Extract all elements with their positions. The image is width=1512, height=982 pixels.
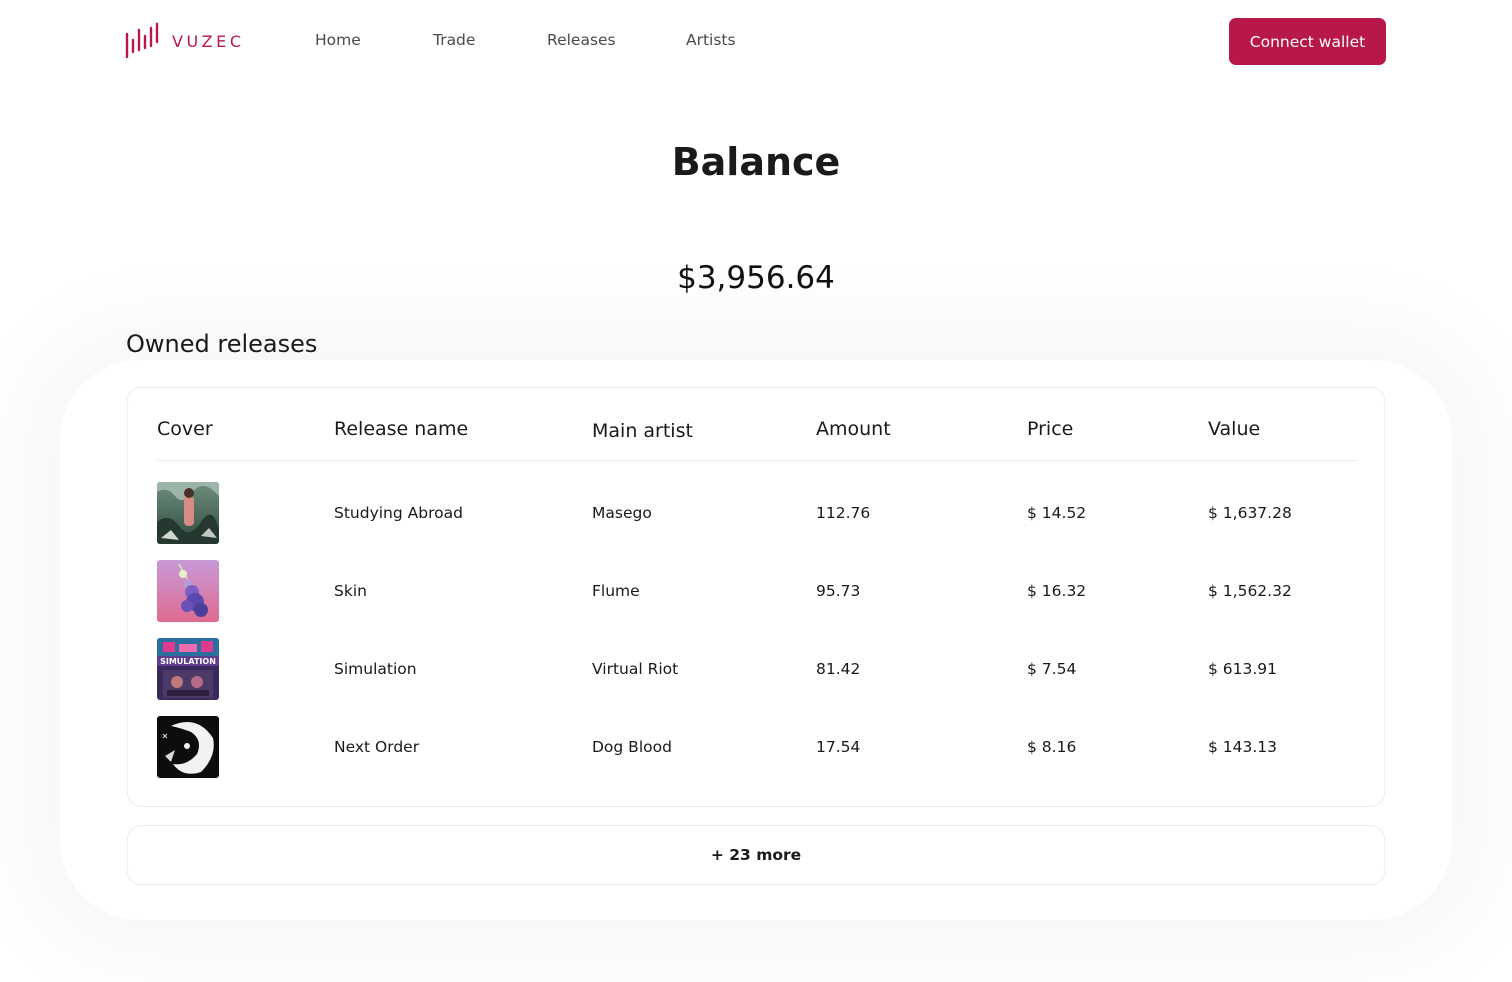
release-name: Skin: [334, 582, 367, 600]
release-name: Next Order: [334, 738, 420, 756]
table-row[interactable]: Studying Abroad Masego 112.76 $ 14.52 $ …: [128, 482, 1384, 544]
owned-releases-table: Cover Release name Main artist Amount Pr…: [127, 387, 1385, 807]
brand-logo[interactable]: VUZEC: [125, 22, 245, 60]
release-name: Simulation: [334, 660, 417, 678]
amount: 112.76: [816, 504, 871, 522]
brand-name: VUZEC: [172, 31, 245, 51]
nav-artists[interactable]: Artists: [686, 31, 736, 49]
nav-trade[interactable]: Trade: [433, 31, 475, 49]
studying-abroad-cover[interactable]: [157, 482, 219, 544]
price: $ 8.16: [1027, 738, 1077, 756]
table-row[interactable]: Skin Flume 95.73 $ 16.32 $ 1,562.32: [128, 560, 1384, 622]
page-title: Balance: [671, 140, 841, 184]
column-header-price: Price: [1027, 418, 1074, 440]
svg-text:SIMULATION: SIMULATION: [160, 657, 216, 666]
soundwave-logo-icon: [125, 22, 159, 59]
page: VUZEC Home Trade Releases Artists Connec…: [0, 0, 1512, 982]
column-header-value: Value: [1208, 418, 1261, 440]
price: $ 7.54: [1027, 660, 1077, 678]
simulation-cover[interactable]: SIMULATION: [157, 638, 219, 700]
next-order-cover[interactable]: [157, 716, 219, 778]
column-header-cover: Cover: [157, 418, 213, 440]
nav-releases[interactable]: Releases: [547, 31, 616, 49]
skin-cover[interactable]: [157, 560, 219, 622]
amount: 95.73: [816, 582, 861, 600]
value: $ 1,637.28: [1208, 504, 1292, 522]
amount: 17.54: [816, 738, 861, 756]
value: $ 1,562.32: [1208, 582, 1292, 600]
nav-home[interactable]: Home: [315, 31, 361, 49]
column-header-amount: Amount: [816, 418, 891, 440]
amount: 81.42: [816, 660, 861, 678]
value: $ 143.13: [1208, 738, 1278, 756]
column-header-release-name: Release name: [334, 418, 469, 440]
header-divider: [157, 460, 1356, 461]
balance-amount: $3,956.64: [677, 260, 835, 296]
price: $ 16.32: [1027, 582, 1087, 600]
price: $ 14.52: [1027, 504, 1087, 522]
table-row[interactable]: Next Order Dog Blood 17.54 $ 8.16 $ 143.…: [128, 716, 1384, 778]
main-artist: Virtual Riot: [592, 660, 679, 678]
main-artist: Masego: [592, 504, 652, 522]
connect-wallet-button[interactable]: Connect wallet: [1229, 18, 1386, 65]
value: $ 613.91: [1208, 660, 1278, 678]
show-more-button[interactable]: + 23 more: [127, 825, 1385, 885]
main-artist: Flume: [592, 582, 640, 600]
column-header-main-artist: Main artist: [592, 420, 693, 442]
main-artist: Dog Blood: [592, 738, 672, 756]
release-name: Studying Abroad: [334, 504, 463, 522]
table-row[interactable]: SIMULATION Simulation Virtual Riot 81.42…: [128, 638, 1384, 700]
owned-releases-title: Owned releases: [126, 330, 318, 358]
